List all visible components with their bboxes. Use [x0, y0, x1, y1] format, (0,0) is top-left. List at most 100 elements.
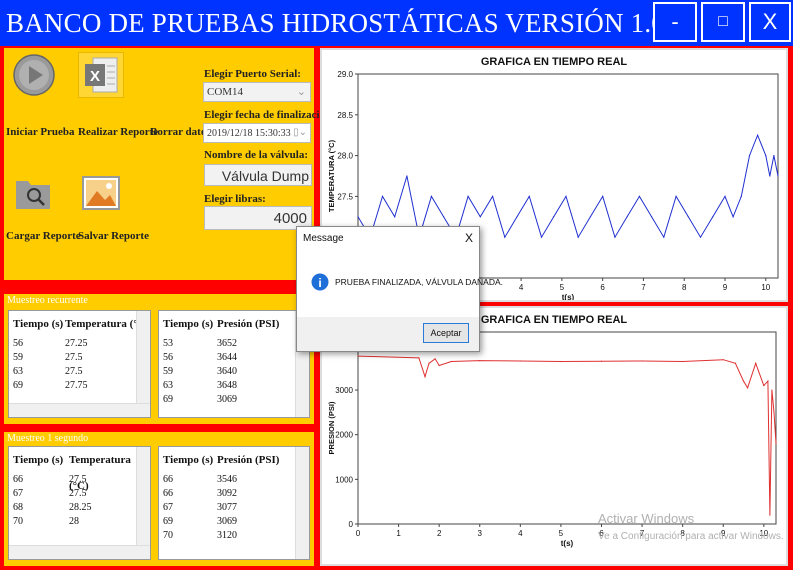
data-point: [430, 195, 432, 197]
table-row: 70 3120: [159, 529, 309, 543]
recurrent-temp-list[interactable]: Tiempo (s) Temperatura (°C) 56 27.25 59 27.5…: [8, 310, 151, 418]
x-tick-label: 5: [560, 283, 565, 292]
data-point: [740, 195, 742, 197]
info-icon: i: [311, 273, 329, 296]
cell-time: 67: [13, 488, 23, 499]
make-report-button[interactable]: X: [78, 52, 124, 98]
data-point: [742, 380, 745, 382]
data-point: [428, 362, 430, 364]
vertical-scrollbar[interactable]: [136, 447, 150, 547]
data-point: [773, 411, 775, 413]
cell-value: 3546: [217, 474, 237, 485]
data-point: [443, 216, 445, 218]
data-point: [687, 216, 689, 218]
valve-name-input[interactable]: Válvula Dump: [204, 164, 312, 186]
minimize-button[interactable]: -: [653, 2, 697, 42]
cell-value: 3648: [217, 380, 237, 391]
cell-time: 56: [13, 338, 23, 349]
data-point: [769, 514, 771, 516]
svg-text:i: i: [318, 276, 321, 290]
recurrent-sampling-title: Muestreo recurrente: [7, 295, 88, 306]
activation-watermark-text: Ve a Configuración para activar Windows.: [598, 531, 784, 542]
x-tick-label: 2: [437, 529, 442, 538]
data-point: [424, 376, 426, 378]
cell-value: 3644: [217, 352, 237, 363]
cell-value: 3069: [217, 394, 237, 405]
activation-watermark-title: Activar Windows: [598, 511, 695, 526]
x-tick-label: 5: [559, 529, 564, 538]
dialog-close-button[interactable]: X: [465, 231, 473, 245]
start-test-button[interactable]: [6, 52, 66, 98]
data-point: [600, 360, 603, 362]
data-point: [682, 360, 684, 363]
clear-data-button[interactable]: Borrar datos: [150, 126, 211, 138]
data-point: [626, 216, 628, 218]
cell-time: 59: [163, 366, 173, 377]
vertical-scrollbar[interactable]: [136, 311, 150, 405]
cell-time: 66: [163, 474, 173, 485]
load-report-label: Cargar Reporte: [6, 230, 81, 242]
list-header: Tiempo (s) Temperatura (°C): [13, 454, 131, 492]
horizontal-scrollbar[interactable]: [9, 545, 150, 559]
maximize-button[interactable]: □: [701, 2, 745, 42]
data-point: [479, 216, 481, 218]
data-point: [775, 443, 777, 445]
calendar-icon: ▯⌄: [293, 127, 307, 138]
y-tick-label: 0: [349, 520, 354, 529]
data-point: [675, 195, 677, 197]
save-report-label: Salvar Reporte: [78, 230, 149, 242]
folder-search-icon: [10, 170, 56, 216]
y-tick-label: 1000: [335, 475, 353, 484]
data-point: [519, 360, 521, 362]
end-date-picker[interactable]: 2019/12/18 15:30:33 ▯⌄: [203, 123, 311, 143]
cell-time: 69: [13, 380, 23, 391]
per-second-temp-list[interactable]: Tiempo (s) Temperatura (°C) 66 27.5 67 27.5 6…: [8, 446, 151, 560]
data-point: [734, 362, 737, 364]
table-row: 69 3069: [159, 515, 309, 529]
table-row: 56 27.25: [9, 337, 150, 351]
close-button[interactable]: X: [749, 2, 791, 42]
y-tick-label: 3000: [335, 386, 353, 395]
table-row: 69 3069: [159, 393, 309, 407]
cell-value: 3069: [217, 516, 237, 527]
cell-value: 28: [69, 516, 79, 527]
table-row: 63 27.5: [9, 365, 150, 379]
cell-time: 63: [13, 366, 23, 377]
cell-time: 69: [163, 394, 173, 405]
table-row: 66 3546: [159, 473, 309, 487]
per-second-pressure-list[interactable]: Tiempo (s) Presión (PSI) 66 3546 66 3092 67 30…: [158, 446, 310, 560]
serial-port-value: COM14: [207, 86, 244, 98]
y-tick-label: 28.0: [337, 152, 353, 161]
recurrent-pressure-list[interactable]: Tiempo (s) Presión (PSI) 53 3652 56 3644 59 36…: [158, 310, 310, 418]
x-axis-label: t(s): [562, 293, 575, 300]
serial-port-select[interactable]: COM14 ⌄: [203, 82, 311, 102]
image-icon: [78, 170, 124, 216]
per-second-sampling-title: Muestreo 1 segundo: [7, 433, 89, 444]
accept-button[interactable]: Aceptar: [423, 323, 469, 343]
table-row: 59 3640: [159, 365, 309, 379]
cell-value: 27.5: [69, 474, 87, 485]
valve-name-label: Nombre de la válvula:: [204, 149, 308, 161]
data-point: [438, 364, 440, 367]
horizontal-scrollbar[interactable]: [9, 403, 150, 417]
data-point: [765, 155, 767, 157]
data-point: [763, 384, 765, 387]
cell-value: 27.5: [65, 366, 83, 377]
dialog-message: PRUEBA FINALIZADA, VÁLVULA DAÑADA.: [335, 277, 504, 287]
cell-time: 68: [13, 502, 23, 513]
cell-time: 70: [13, 516, 23, 527]
make-report-label: Realizar Reporte: [78, 126, 159, 138]
load-report-button[interactable]: [10, 170, 56, 216]
cell-value: 3092: [217, 488, 237, 499]
data-point: [755, 362, 757, 364]
table-row: 67 27.5: [9, 487, 150, 501]
x-tick-label: 3: [478, 529, 483, 538]
cell-value: 3652: [217, 338, 237, 349]
save-report-button[interactable]: [78, 170, 124, 216]
x-tick-label: 7: [641, 283, 646, 292]
cell-time: 56: [163, 352, 173, 363]
x-tick-label: 10: [761, 283, 770, 292]
vertical-scrollbar[interactable]: [295, 447, 309, 559]
y-tick-label: 27.5: [337, 192, 353, 201]
cell-value: 27.5: [65, 352, 83, 363]
